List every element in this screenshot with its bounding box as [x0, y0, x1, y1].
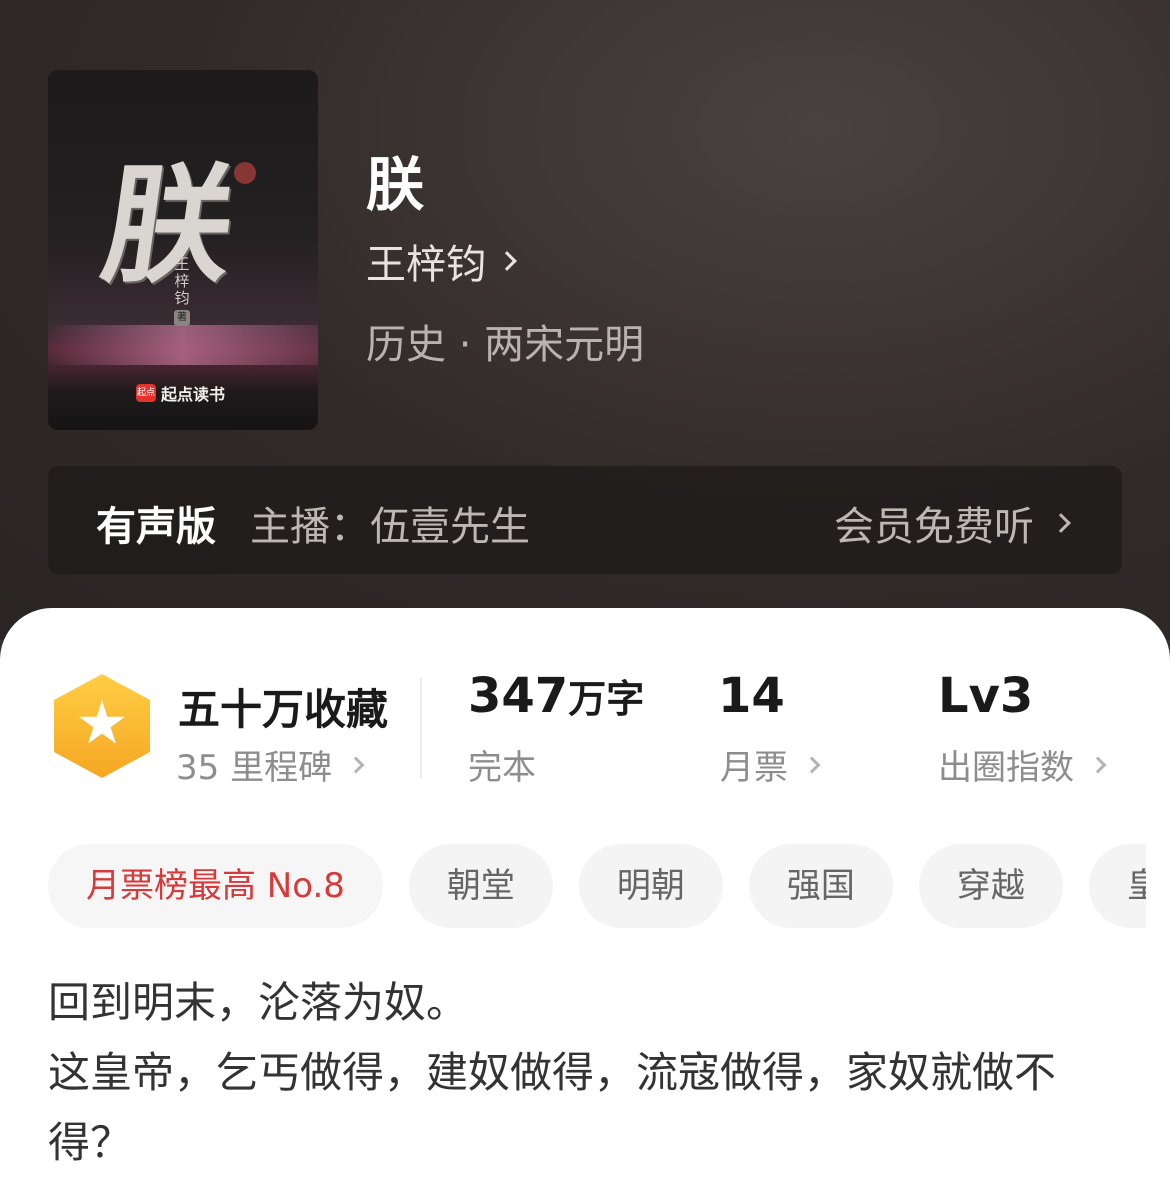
book-description[interactable]: 回到明末，沦落为奴。 这皇帝，乞丐做得，建奴做得，流寇做得，家奴就做不得？: [48, 968, 1118, 1178]
milestone-label: 35 里程碑: [176, 748, 333, 788]
influence-label: 出圈指数: [938, 748, 1074, 788]
tag-item[interactable]: 强国: [748, 844, 893, 928]
chevron-right-icon: [1089, 756, 1107, 773]
listen-button[interactable]: 会员免费听: [834, 494, 1071, 552]
cover-horizon: [48, 325, 318, 365]
status-text: 完本: [468, 748, 536, 788]
tag-item[interactable]: 皇: [1088, 844, 1146, 928]
influence-level: Lv3: [938, 668, 1033, 724]
cover-author-text: 王梓钧: [174, 255, 190, 307]
tickets-number: 14: [718, 668, 785, 724]
milestone-link[interactable]: 35 里程碑: [176, 740, 365, 789]
chevron-right-icon: [1051, 513, 1071, 533]
tag-item[interactable]: 明朝: [578, 844, 723, 928]
audio-label: 有声版: [96, 504, 216, 550]
listen-label: 会员免费听: [834, 504, 1034, 550]
chevron-right-icon: [803, 756, 821, 773]
star-icon: [78, 700, 126, 744]
author-name: 王梓钧: [366, 242, 486, 288]
cover-title-glyph: 朕: [93, 151, 239, 301]
chevron-right-icon: [497, 251, 517, 271]
brand-logo-icon: 起点: [136, 384, 156, 402]
tag-item[interactable]: 穿越: [918, 844, 1063, 928]
monthly-tickets: 14: [718, 668, 785, 724]
word-count-number: 347: [468, 668, 569, 724]
status-label: 完本: [468, 740, 536, 789]
tickets-link[interactable]: 月票: [720, 740, 821, 789]
tag-rank[interactable]: 月票榜最高 No.8: [48, 844, 383, 928]
tag-list: 月票榜最高 No.8 朝堂 明朝 强国 穿越 皇: [48, 844, 1146, 928]
cover-author-mark: 著: [174, 310, 190, 326]
tickets-label: 月票: [720, 748, 788, 788]
stats-divider: [420, 678, 422, 778]
word-count-unit: 万字: [568, 677, 645, 721]
book-title: 朕: [366, 151, 425, 219]
brand-name: 起点读书: [161, 385, 226, 404]
book-category[interactable]: 历史 · 两宋元明: [366, 312, 644, 370]
cover-seal-icon: [234, 162, 256, 184]
cover-author: 王梓钧 著: [172, 256, 192, 326]
description-line: 回到明末，沦落为奴。: [48, 978, 469, 1027]
cover-brand: 起点 起点读书: [136, 382, 225, 404]
book-cover[interactable]: 朕 王梓钧 著 起点 起点读书: [48, 70, 318, 430]
tag-item[interactable]: 朝堂: [408, 844, 553, 928]
audio-narrator: 主播：伍壹先生: [250, 504, 530, 550]
audiobook-bar[interactable]: 有声版 主播：伍壹先生 会员免费听: [48, 466, 1122, 574]
influence-link[interactable]: 出圈指数: [938, 740, 1107, 789]
description-line: 这皇帝，乞丐做得，建奴做得，流寇做得，家奴就做不得？: [48, 1048, 1057, 1167]
author-link[interactable]: 王梓钧: [366, 232, 517, 290]
collect-count: 五十万收藏: [178, 685, 389, 734]
word-count: 347万字: [468, 668, 644, 724]
chevron-right-icon: [347, 756, 365, 773]
influence-number: Lv3: [938, 668, 1034, 724]
